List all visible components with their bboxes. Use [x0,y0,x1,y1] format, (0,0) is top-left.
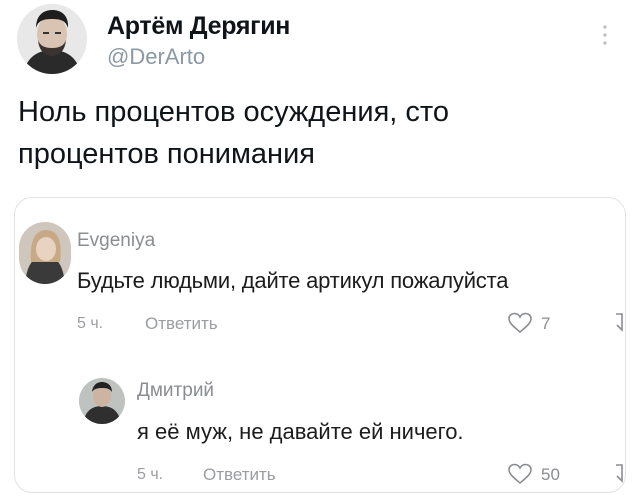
comment-text: я её муж, не давайте ей ничего. [137,419,464,444]
tweet-text-line-1: Ноль процентов осуждения, сто [18,96,449,128]
author-handle[interactable]: @DerArto [107,44,205,70]
like-count: 7 [541,314,551,333]
media-card[interactable]: Evgeniya Будьте людьми, дайте артикул по… [14,197,626,493]
comment-author[interactable]: Дмитрий [137,380,214,402]
share-icon[interactable] [613,312,625,334]
tweet-text: Ноль процентов осуждения, сто процентов … [18,91,618,175]
tweet: Артём Дерягин @DerArto Ноль процентов ос… [0,0,640,503]
user-photo-avatar-icon [17,4,87,74]
heart-icon[interactable] [507,463,533,485]
reply-button[interactable]: Ответить [145,314,218,334]
more-vertical-icon[interactable] [598,22,612,48]
like-count: 50 [541,465,560,484]
share-icon[interactable] [613,463,625,485]
comment-avatar[interactable] [19,222,71,284]
author-name[interactable]: Артём Дерягин [107,12,290,41]
user-photo-avatar-icon [19,222,71,284]
comment-text: Будьте людьми, дайте артикул пожалуйста [77,268,509,293]
author-avatar[interactable] [17,4,87,74]
heart-icon[interactable] [507,312,533,334]
comment-time: 5 ч. [137,466,164,483]
user-photo-avatar-icon [79,378,125,424]
tweet-text-line-2: процентов понимания [18,138,315,170]
comment-author[interactable]: Evgeniya [77,230,155,252]
reply-button[interactable]: Ответить [203,465,276,485]
comment-avatar[interactable] [79,378,125,424]
comment-time: 5 ч. [77,315,104,332]
